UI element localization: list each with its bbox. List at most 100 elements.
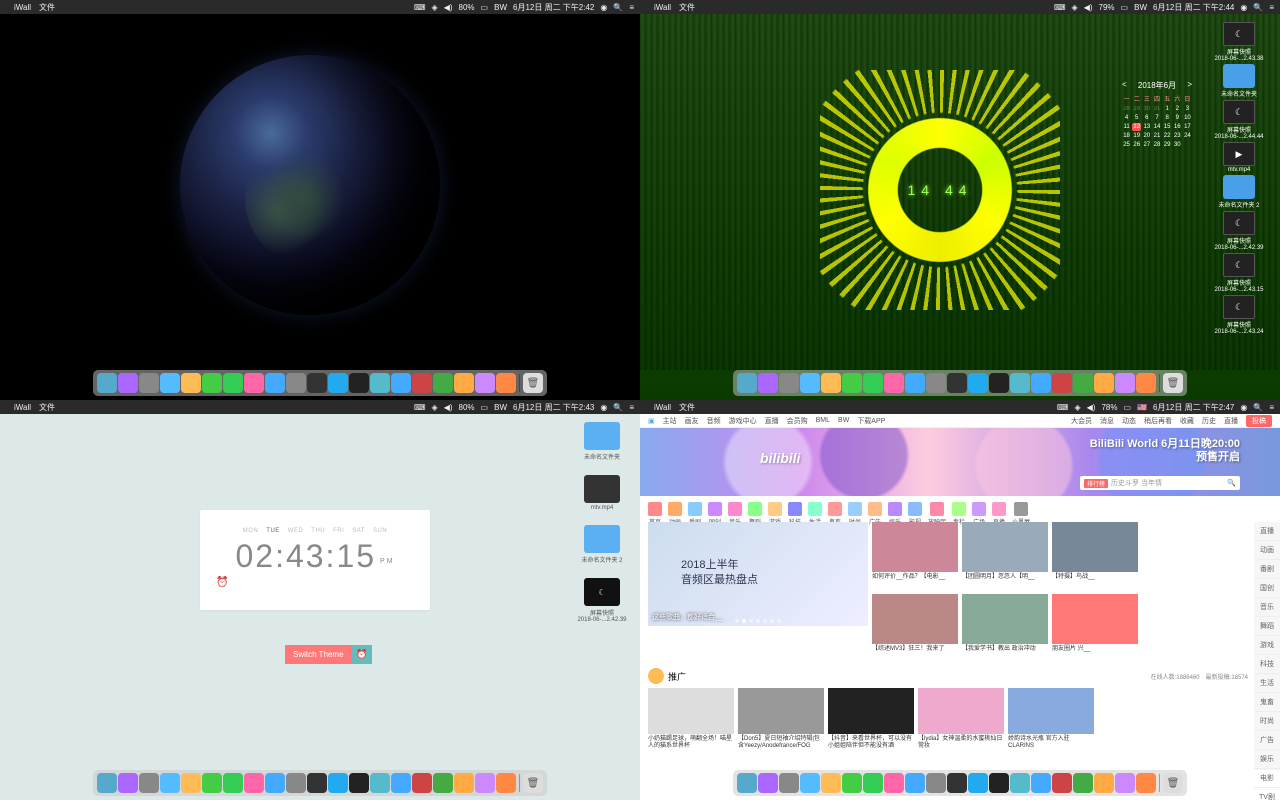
datetime[interactable]: 6月12日 周二 下午2:42 [513, 2, 594, 13]
menu-file[interactable]: 文件 [39, 402, 55, 413]
battery-icon[interactable]: ▭ [1123, 403, 1131, 412]
dock-app-19[interactable] [1136, 373, 1156, 393]
desktop-file[interactable]: mtv.mp4 [574, 475, 630, 511]
dock-app-18[interactable] [1115, 773, 1135, 793]
desktop-file[interactable]: 未命名文件夹 2 [574, 525, 630, 564]
menubar[interactable]: iWall 文件 ⌨ ◈ ◀) 79% ▭ BW 6月12日 周二 下午2:44… [640, 0, 1280, 14]
desktop-file[interactable]: ☾屏幕快照2018-06-...2.44.44 [1204, 100, 1274, 140]
dock-app-1[interactable] [118, 773, 138, 793]
dock-app-3[interactable] [160, 773, 180, 793]
dock-app-12[interactable] [989, 373, 1009, 393]
dock-app-18[interactable] [1115, 373, 1135, 393]
desktop-file[interactable]: 未命名文件夹 2 [1204, 175, 1274, 209]
dock-app-13[interactable] [1010, 773, 1030, 793]
trash-icon[interactable]: 🗑 [523, 373, 543, 393]
dock-app-17[interactable] [1094, 373, 1114, 393]
video-card[interactable]: 【我爱学书】教出 政治冲动 [962, 594, 1048, 662]
trash-icon[interactable]: 🗑 [1163, 373, 1183, 393]
calendar-widget[interactable]: <2018年6月> 一二三四五六日28293031123456789101112… [1122, 80, 1192, 149]
wifi-icon[interactable]: ◈ [432, 3, 438, 12]
dock-app-17[interactable] [454, 773, 474, 793]
dock-app-4[interactable] [181, 773, 201, 793]
dock-app-9[interactable] [286, 373, 306, 393]
search-icon[interactable]: 🔍 [1227, 479, 1236, 487]
menu-file[interactable]: 文件 [39, 2, 55, 13]
promo-card[interactable]: 【抖音】来看世界杯，可以没有小姐姐陪伴但不能没有酒 [828, 688, 914, 752]
sidebar-item[interactable]: 音乐 [1254, 598, 1280, 617]
dock-app-2[interactable] [779, 373, 799, 393]
input-icon[interactable]: ⌨ [1057, 403, 1069, 412]
siri-icon[interactable]: ◉ [1240, 3, 1247, 12]
dock-app-15[interactable] [1052, 773, 1072, 793]
dock-app-11[interactable] [968, 373, 988, 393]
volume-icon[interactable]: ◀) [444, 403, 453, 412]
dock-app-13[interactable] [1010, 373, 1030, 393]
volume-icon[interactable]: ◀) [1084, 3, 1093, 12]
nav-item[interactable]: 直播 [765, 416, 779, 426]
nav-item[interactable]: 大会员 [1071, 416, 1092, 426]
search-icon[interactable]: 🔍 [1253, 3, 1263, 12]
sidebar-item[interactable]: 番剧 [1254, 560, 1280, 579]
dock-app-19[interactable] [496, 773, 516, 793]
dock[interactable]: 🗑 [733, 370, 1187, 396]
promo-card[interactable]: 【lydia】女神温柔的水蜜桃仙日常妆 [918, 688, 1004, 752]
bilibili-logo[interactable]: bilibili [760, 450, 800, 466]
desktop-file[interactable]: ☾屏幕快照2018-06-...2.43.15 [1204, 253, 1274, 293]
battery-icon[interactable]: ▭ [1121, 3, 1129, 12]
tv-icon[interactable]: ▣ [648, 417, 655, 425]
dock-app-7[interactable] [244, 773, 264, 793]
dock-app-13[interactable] [370, 373, 390, 393]
wifi-icon[interactable]: ◈ [1074, 403, 1080, 412]
dock-app-17[interactable] [1094, 773, 1114, 793]
dock-app-16[interactable] [433, 773, 453, 793]
sidebar-item[interactable]: TV剧 [1254, 788, 1280, 800]
dock-app-0[interactable] [737, 773, 757, 793]
dock-app-4[interactable] [821, 373, 841, 393]
app-name[interactable]: iWall [654, 3, 671, 12]
siri-icon[interactable]: ◉ [1240, 403, 1247, 412]
right-sidebar[interactable]: 直播动画番剧国创音乐舞蹈游戏科技生活鬼畜时尚广告娱乐电影TV剧 [1254, 522, 1280, 770]
battery-icon[interactable]: ▭ [481, 3, 489, 12]
notification-icon[interactable]: ≡ [1269, 3, 1274, 12]
bw-icon[interactable]: BW [494, 403, 507, 412]
desktop-file[interactable]: ▶mtv.mp4 [1204, 142, 1274, 173]
dock-app-12[interactable] [349, 773, 369, 793]
sidebar-item[interactable]: 鬼畜 [1254, 693, 1280, 712]
dock-app-3[interactable] [800, 773, 820, 793]
volume-icon[interactable]: ◀) [444, 3, 453, 12]
dock-app-5[interactable] [842, 773, 862, 793]
nav-item[interactable]: 收藏 [1180, 416, 1194, 426]
dock-app-0[interactable] [97, 373, 117, 393]
desktop-file[interactable]: ☾屏幕快照2018-06-...2.43.38 [1204, 22, 1274, 62]
contribute-button[interactable]: 投稿 [1246, 415, 1272, 427]
dock-app-10[interactable] [947, 373, 967, 393]
dock-app-5[interactable] [202, 373, 222, 393]
alarm-icon[interactable]: ⏰ [216, 577, 228, 588]
search-icon[interactable]: 🔍 [1253, 403, 1263, 412]
video-card[interactable]: 【团圆明月】忽忽人【明__ [962, 522, 1048, 590]
site-topnav[interactable]: ▣主站画友音频游戏中心直播会员购BMLBW下载APP大会员消息动态稍后再看收藏历… [640, 414, 1280, 428]
menu-file[interactable]: 文件 [679, 2, 695, 13]
dock-app-19[interactable] [1136, 773, 1156, 793]
dock-app-0[interactable] [97, 773, 117, 793]
bw-icon[interactable]: BW [494, 3, 507, 12]
desktop-file[interactable]: ☾屏幕快照2018-06-...2.42.39 [1204, 211, 1274, 251]
dock-app-10[interactable] [947, 773, 967, 793]
nav-item[interactable]: 稍后再看 [1144, 416, 1172, 426]
dock-app-10[interactable] [307, 373, 327, 393]
dock-app-8[interactable] [265, 773, 285, 793]
sidebar-item[interactable]: 游戏 [1254, 636, 1280, 655]
nav-item[interactable]: 画友 [685, 416, 699, 426]
datetime[interactable]: 6月12日 周二 下午2:47 [1153, 402, 1234, 413]
wifi-icon[interactable]: ◈ [432, 403, 438, 412]
desktop-file[interactable]: 未命名文件夹 [574, 422, 630, 461]
dock-app-9[interactable] [926, 373, 946, 393]
dock-app-2[interactable] [139, 373, 159, 393]
desktop-file[interactable]: ☾屏幕快照2018-06-...2.42.39 [574, 578, 630, 623]
nav-item[interactable]: BW [838, 417, 849, 424]
alarm-toggle-icon[interactable]: ⏰ [352, 645, 372, 664]
promo-card[interactable]: 小奶猫踢足球，萌翻全场！喵星人的猫系世界杯 [648, 688, 734, 752]
menubar[interactable]: iWall 文件 ⌨ ◈ ◀) 80% ▭ BW 6月12日 周二 下午2:43… [0, 400, 640, 414]
sidebar-item[interactable]: 科技 [1254, 655, 1280, 674]
dock-app-9[interactable] [286, 773, 306, 793]
